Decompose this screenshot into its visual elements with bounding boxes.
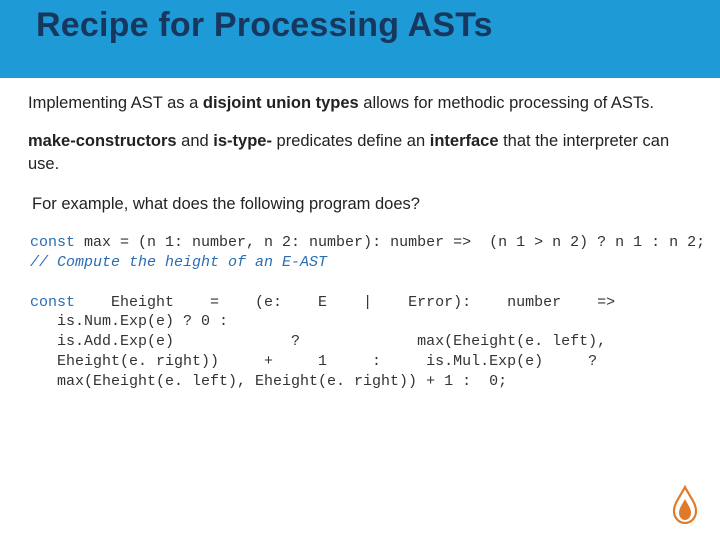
slide-body: Implementing AST as a disjoint union typ… xyxy=(0,78,720,392)
text: predicates define an xyxy=(272,132,430,150)
code-text: Eheight = (e: E | Error): number => xyxy=(75,293,615,313)
keyword: const xyxy=(30,293,75,313)
text: allows for methodic processing of ASTs. xyxy=(359,94,654,112)
logo-icon xyxy=(668,485,702,530)
code-row: const Eheight = (e: E | Error): number =… xyxy=(30,293,692,313)
text: and xyxy=(177,132,214,150)
code-text: max(Eheight(e. left), Eheight(e. right))… xyxy=(30,372,507,392)
code-block-1: const max = (n 1: number, n 2: number): … xyxy=(28,233,692,273)
paragraph-2: make-constructors and is-type- predicate… xyxy=(28,130,692,175)
paragraph-1: Implementing AST as a disjoint union typ… xyxy=(28,92,692,114)
code-block-2: const Eheight = (e: E | Error): number =… xyxy=(28,293,692,392)
slide-title: Recipe for Processing ASTs xyxy=(36,6,493,45)
bold-text: is-type- xyxy=(213,132,272,150)
code-comment: // Compute the height of an E-AST xyxy=(30,254,327,271)
text: Implementing AST as a xyxy=(28,94,203,112)
code-text: max = (n 1: number, n 2: number): number… xyxy=(75,234,705,251)
code-row: is.Add.Exp(e) ? max(Eheight(e. left), xyxy=(30,332,692,352)
title-bar: Recipe for Processing ASTs xyxy=(0,0,720,78)
keyword: const xyxy=(30,234,75,251)
bold-text: disjoint union types xyxy=(203,94,359,112)
code-text: Eheight(e. right)) + 1 : is.Mul.Exp(e) ? xyxy=(30,352,597,372)
code-text: is.Num.Exp(e) ? 0 : xyxy=(30,312,228,332)
paragraph-3: For example, what does the following pro… xyxy=(28,193,692,215)
code-row: is.Num.Exp(e) ? 0 : xyxy=(30,312,692,332)
code-row: max(Eheight(e. left), Eheight(e. right))… xyxy=(30,372,692,392)
bold-text: interface xyxy=(430,132,499,150)
bold-text: make-constructors xyxy=(28,132,177,150)
code-text: is.Add.Exp(e) ? max(Eheight(e. left), xyxy=(30,332,606,352)
code-row: Eheight(e. right)) + 1 : is.Mul.Exp(e) ? xyxy=(30,352,692,372)
